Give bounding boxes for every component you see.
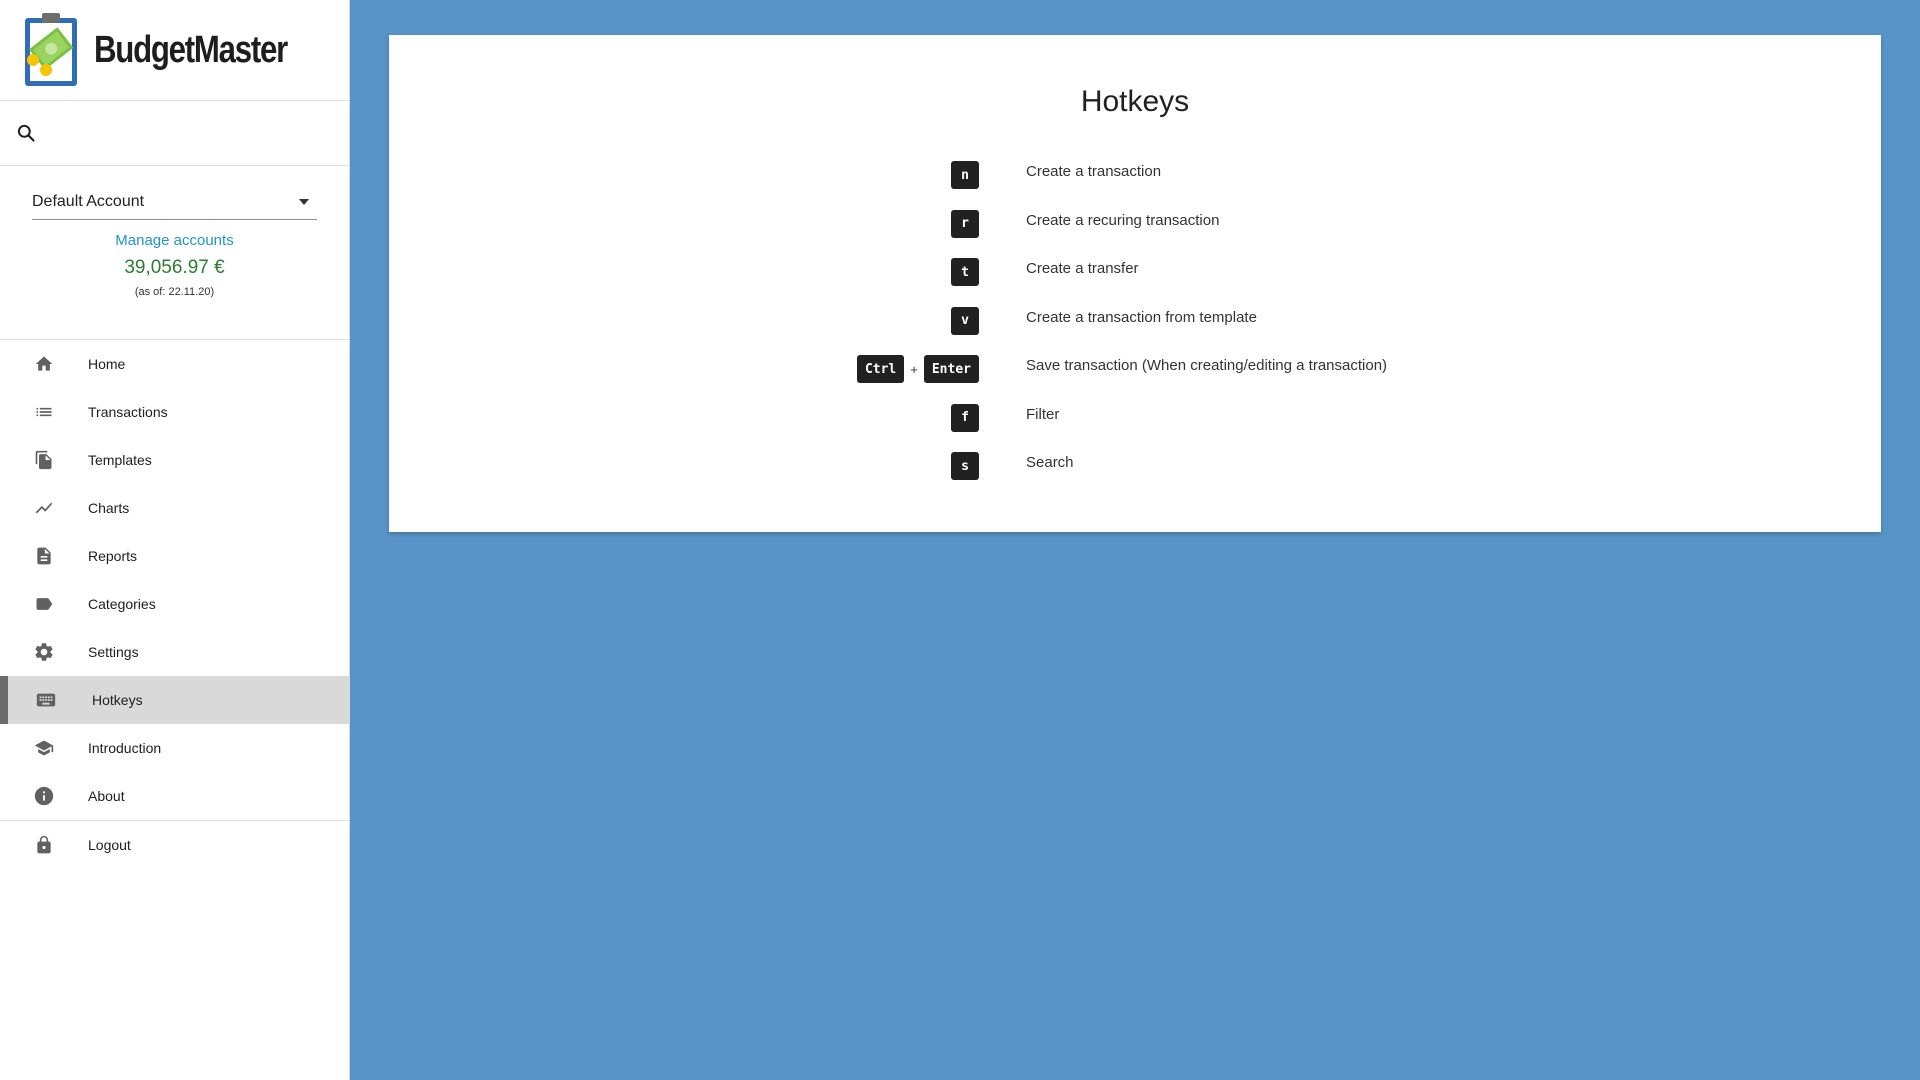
manage-accounts-link[interactable]: Manage accounts <box>0 232 349 249</box>
nav-item-hotkeys[interactable]: Hotkeys <box>0 676 349 724</box>
search-icon[interactable] <box>16 123 36 143</box>
hotkey-list: n Create a transaction r Create a recuri… <box>389 157 1881 497</box>
key-cap: n <box>951 161 979 189</box>
chevron-down-icon <box>299 198 309 205</box>
hotkey-row: s Search <box>389 448 1881 497</box>
hotkey-row: r Create a recuring transaction <box>389 206 1881 255</box>
hotkey-description: Create a recuring transaction <box>1026 211 1220 229</box>
nav-label: Transactions <box>88 404 168 420</box>
home-icon <box>32 352 56 376</box>
nav-item-templates[interactable]: Templates <box>0 436 349 484</box>
account-select-value: Default Account <box>32 192 145 210</box>
hotkey-description: Search <box>1026 454 1074 471</box>
nav-item-settings[interactable]: Settings <box>0 628 349 676</box>
nav-item-charts[interactable]: Charts <box>0 484 349 532</box>
logo-icon <box>25 13 77 86</box>
nav-item-introduction[interactable]: Introduction <box>0 724 349 772</box>
nav-item-home[interactable]: Home <box>0 340 349 388</box>
key-cap: v <box>951 306 979 335</box>
brand[interactable]: BudgetMaster <box>0 0 349 101</box>
app-name: BudgetMaster <box>94 28 288 71</box>
lock-icon <box>32 833 56 857</box>
hotkey-keys: t <box>951 258 979 286</box>
key-cap: t <box>951 258 979 286</box>
chart-line-icon <box>32 496 56 520</box>
nav-item-categories[interactable]: Categories <box>0 580 349 628</box>
hotkey-keys: r <box>951 209 979 238</box>
hotkey-row: v Create a transaction from template <box>389 303 1881 352</box>
hotkey-description: Create a transaction <box>1026 163 1162 180</box>
label-icon <box>32 592 56 616</box>
key-separator: + <box>910 361 918 377</box>
nav-menu: Home Transactions Templates Charts Repor… <box>0 340 349 820</box>
hotkeys-card: Hotkeys n Create a transaction r Create … <box>389 35 1881 532</box>
school-icon <box>32 736 56 760</box>
list-icon <box>32 400 56 424</box>
nav-label: Home <box>88 356 126 372</box>
search-input[interactable] <box>46 113 326 153</box>
nav-label: Introduction <box>88 740 162 756</box>
gear-icon <box>32 640 56 664</box>
key-cap: Ctrl <box>856 355 905 383</box>
key-cap: r <box>951 209 979 238</box>
nav-label: Settings <box>88 644 139 660</box>
hotkey-row: Ctrl + Enter Save transaction (When crea… <box>389 351 1881 400</box>
hotkey-description: Create a transaction from template <box>1026 308 1257 326</box>
account-select[interactable]: Default Account <box>32 188 317 220</box>
document-icon <box>32 544 56 568</box>
hotkey-row: f Filter <box>389 400 1881 449</box>
hotkey-row: n Create a transaction <box>389 157 1881 206</box>
hotkey-keys: v <box>951 306 979 335</box>
page-title: Hotkeys <box>1080 85 1190 118</box>
hotkey-keys: n <box>951 161 979 189</box>
hotkey-description: Filter <box>1026 405 1060 423</box>
nav-label: Reports <box>88 548 138 564</box>
nav-label: Templates <box>88 452 152 468</box>
nav-item-about[interactable]: About <box>0 772 349 820</box>
hotkey-keys: Ctrl + Enter <box>856 355 979 383</box>
account-balance: 39,056.97 € <box>124 257 225 278</box>
keyboard-icon <box>34 688 58 712</box>
sidebar: BudgetMaster Default Account Manage acco… <box>0 0 350 1080</box>
copy-icon <box>32 448 56 472</box>
nav-item-logout[interactable]: Logout <box>0 821 349 869</box>
key-cap: Enter <box>923 355 979 383</box>
hotkey-description: Create a transfer <box>1026 260 1139 277</box>
search-bar <box>0 101 349 166</box>
hotkey-keys: f <box>951 403 979 432</box>
nav-label: Categories <box>88 596 156 612</box>
nav-menu-footer: Logout <box>0 821 349 869</box>
key-cap: f <box>951 403 979 432</box>
account-section: Default Account Manage accounts 39,056.9… <box>0 166 349 340</box>
nav-item-reports[interactable]: Reports <box>0 532 349 580</box>
nav-label: Charts <box>88 500 130 516</box>
hotkey-description: Save transaction (When creating/editing … <box>1026 357 1388 374</box>
nav-label: Hotkeys <box>92 692 143 708</box>
info-icon <box>32 784 56 808</box>
nav-item-transactions[interactable]: Transactions <box>0 388 349 436</box>
hotkey-keys: s <box>951 452 979 480</box>
nav-label: Logout <box>88 837 131 853</box>
balance-date: (as of: 22.11.20) <box>134 286 215 298</box>
hotkey-row: t Create a transfer <box>389 254 1881 303</box>
key-cap: s <box>951 452 979 480</box>
nav-label: About <box>88 788 125 804</box>
